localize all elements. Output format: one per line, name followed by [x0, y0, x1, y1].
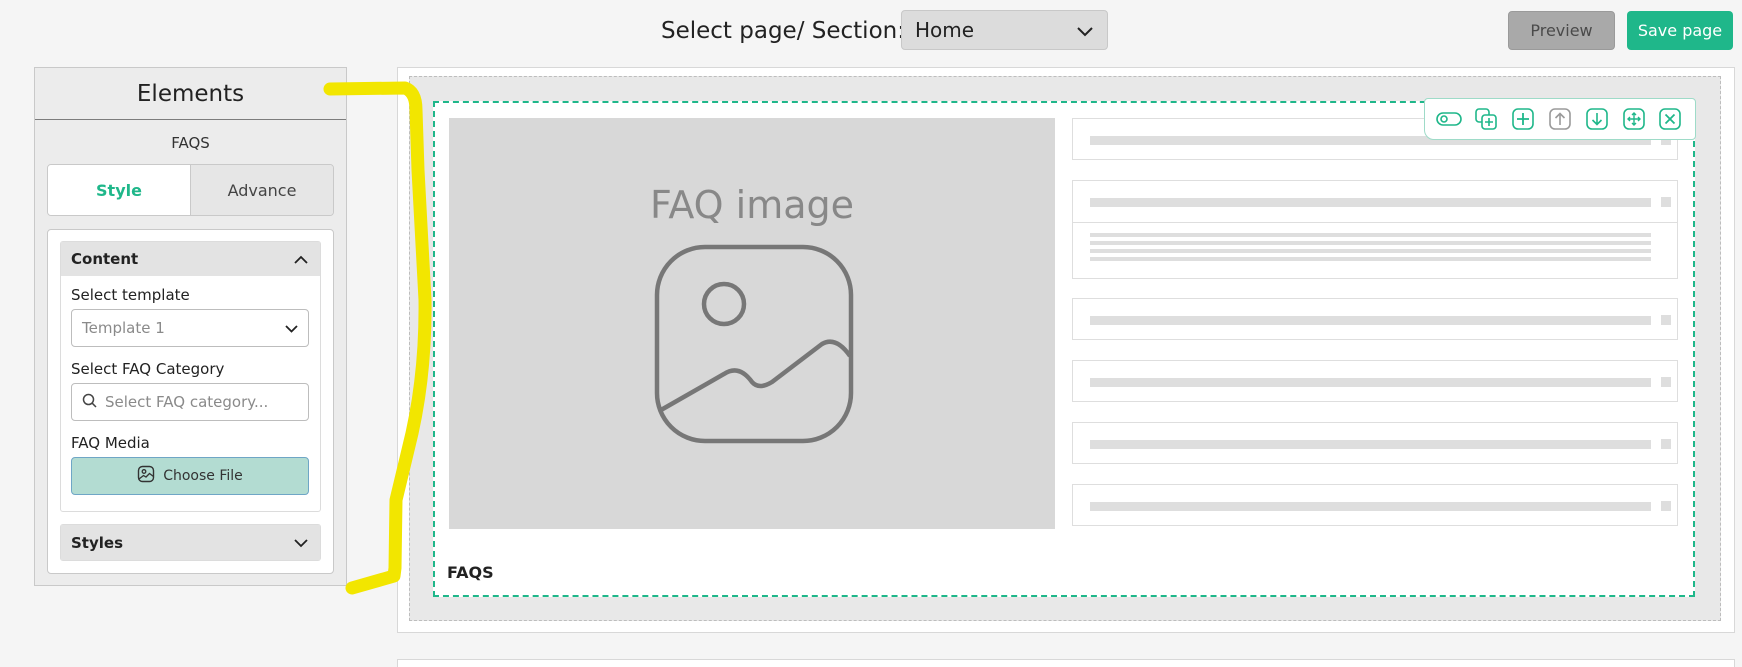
faq-caption: FAQS	[447, 563, 494, 582]
faq-category-label: Select FAQ Category	[71, 360, 225, 378]
template-select-value: Template 1	[82, 319, 165, 337]
save-page-button[interactable]: Save page	[1627, 11, 1733, 50]
block-toolbar	[1424, 98, 1696, 140]
close-icon[interactable]	[1656, 105, 1684, 133]
panel-title: Elements	[35, 68, 346, 120]
move-icon[interactable]	[1620, 105, 1648, 133]
faq-media-label: FAQ Media	[71, 434, 150, 452]
styles-heading: Styles	[71, 533, 123, 552]
search-icon	[82, 393, 97, 412]
chevron-down-icon	[285, 319, 298, 337]
faq-item[interactable]	[1072, 360, 1678, 402]
settings-box: Content Select template Template 1 Selec…	[47, 229, 334, 574]
move-down-icon[interactable]	[1583, 105, 1611, 133]
section-select-value: Home	[915, 18, 975, 42]
panel-tabs: Style Advance	[47, 164, 334, 216]
section-select[interactable]: Home	[901, 10, 1108, 50]
faq-item-open[interactable]	[1072, 180, 1678, 279]
page-canvas: FAQ image FAQS	[397, 67, 1735, 633]
template-select[interactable]: Template 1	[71, 309, 309, 347]
faq-category-placeholder: Select FAQ category...	[105, 393, 269, 411]
faq-item[interactable]	[1072, 298, 1678, 340]
tab-advance[interactable]: Advance	[190, 165, 333, 215]
image-placeholder-icon	[654, 244, 854, 444]
content-accordion-header[interactable]: Content	[61, 242, 320, 276]
faq-image-title: FAQ image	[649, 183, 855, 227]
content-accordion: Content Select template Template 1 Selec…	[60, 241, 321, 512]
section-container[interactable]: FAQ image FAQS	[409, 76, 1721, 621]
faq-block[interactable]: FAQ image FAQS	[433, 101, 1695, 597]
styles-accordion: Styles	[60, 524, 321, 561]
element-name: FAQS	[171, 134, 210, 152]
chevron-down-icon	[294, 534, 308, 552]
chevron-down-icon	[1077, 18, 1093, 42]
choose-file-button[interactable]: Choose File	[71, 457, 309, 495]
elements-panel: Elements FAQS Style Advance Content Sele…	[34, 67, 347, 586]
next-section[interactable]	[397, 659, 1735, 667]
faq-item[interactable]	[1072, 422, 1678, 464]
faq-item[interactable]	[1072, 484, 1678, 526]
faq-image-placeholder: FAQ image	[449, 118, 1055, 529]
faq-category-search[interactable]: Select FAQ category...	[71, 383, 309, 421]
choose-file-label: Choose File	[163, 468, 243, 484]
template-label: Select template	[71, 286, 190, 304]
styles-accordion-header[interactable]: Styles	[61, 525, 320, 560]
add-icon[interactable]	[1509, 105, 1537, 133]
toggle-icon[interactable]	[1435, 105, 1463, 133]
section-select-label: Select page/ Section:	[661, 18, 905, 44]
move-up-icon[interactable]	[1546, 105, 1574, 133]
content-heading: Content	[71, 250, 139, 268]
tab-style[interactable]: Style	[48, 165, 190, 215]
chevron-up-icon	[294, 250, 308, 268]
duplicate-icon[interactable]	[1472, 105, 1500, 133]
preview-button[interactable]: Preview	[1508, 11, 1615, 50]
image-icon	[137, 465, 155, 487]
